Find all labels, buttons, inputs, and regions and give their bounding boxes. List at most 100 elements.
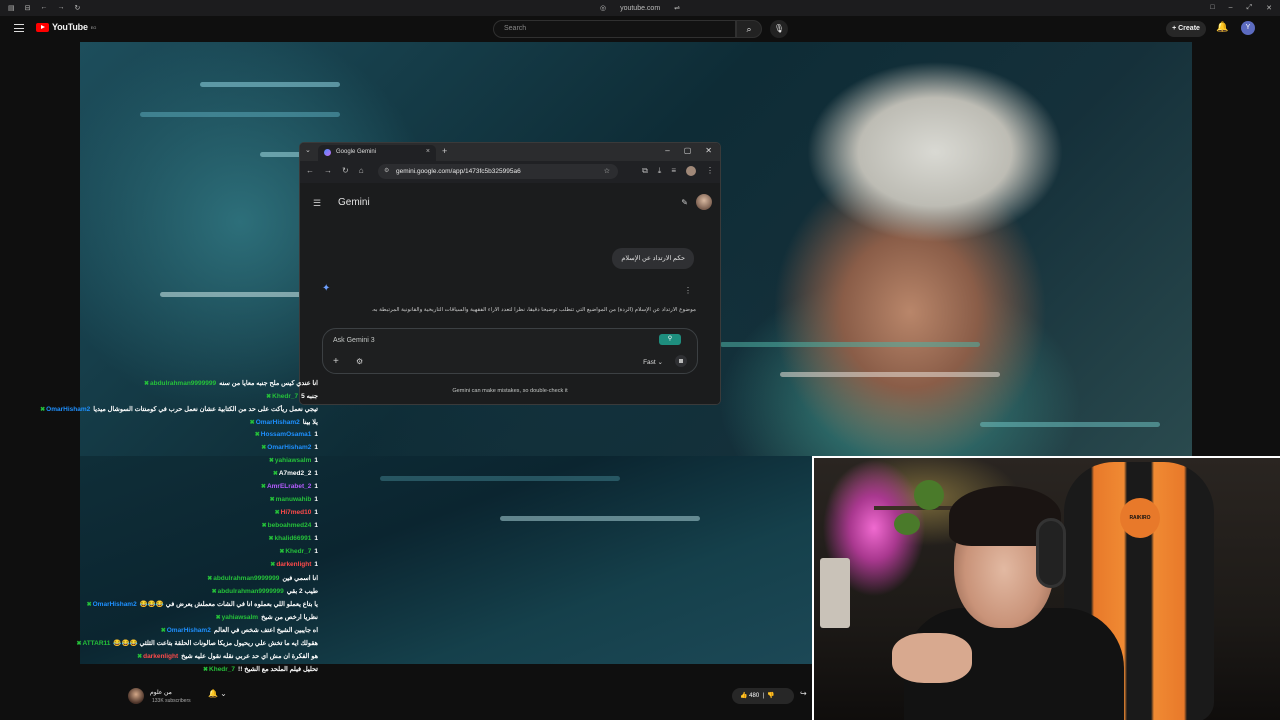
chat-username[interactable]: beboahmed24 — [268, 522, 312, 529]
logo-region: EG — [90, 24, 97, 30]
chat-username[interactable]: OmarHisham2 — [93, 601, 137, 608]
chat-username[interactable]: AmrELrabet_2 — [267, 483, 311, 490]
chat-username[interactable]: OmarHisham2 — [267, 444, 311, 451]
mode-selector[interactable]: Fast ⌄ — [643, 358, 663, 366]
chat-username[interactable]: OmarHisham2 — [167, 627, 211, 634]
scrollbar[interactable] — [1272, 42, 1280, 456]
prompt-input[interactable]: Ask Gemini 3 ⚲ + ⚙ Fast ⌄ — [322, 328, 698, 374]
reload-icon[interactable]: ↻ — [342, 166, 349, 175]
chat-username[interactable]: A7med2_2 — [279, 470, 312, 477]
chat-badge-icon: ✖ — [270, 562, 276, 568]
chat-text: انا عندي كيس ملح جنبه معايا من سنه — [219, 380, 318, 387]
maximize-icon[interactable]: ⤢ — [1247, 4, 1253, 12]
chat-username[interactable]: yahiawsalm — [222, 614, 259, 621]
chat-username[interactable]: Khedr_7 — [209, 666, 235, 673]
like-button[interactable]: 👍 480 | 👎 — [732, 688, 794, 704]
channel-name[interactable]: من علوم — [150, 689, 172, 696]
gemini-account-avatar[interactable] — [696, 194, 712, 210]
window-close-icon[interactable]: ✕ — [705, 146, 712, 155]
menu-icon[interactable] — [14, 24, 24, 32]
chat-message: ✖AmrELrabet_2 1 — [261, 483, 318, 490]
chat-username[interactable]: abdulrahman9999999 — [213, 575, 279, 582]
subscribe-bell-icon[interactable]: 🔔 ⌄ — [208, 689, 227, 698]
profile-avatar[interactable] — [686, 166, 696, 176]
new-chat-icon[interactable]: ✎ — [681, 198, 688, 207]
new-tab-icon[interactable]: + — [442, 146, 447, 156]
prompt-placeholder[interactable]: Ask Gemini 3 — [333, 337, 375, 344]
notifications-icon[interactable]: 🔔 — [1216, 22, 1228, 33]
chat-badge-icon: ✖ — [254, 432, 260, 438]
chat-username[interactable]: OmarHisham2 — [256, 419, 300, 426]
chat-badge-icon: ✖ — [143, 381, 149, 387]
extension-badge-icon[interactable]: ⚲ — [659, 334, 681, 345]
chrome-menu-icon[interactable]: ⋮ — [706, 166, 714, 176]
chat-text: 1 — [314, 470, 318, 477]
home-icon[interactable]: ⌂ — [359, 166, 364, 175]
avatar[interactable]: Y — [1241, 21, 1255, 35]
chat-username[interactable]: khalid66991 — [275, 535, 312, 542]
chat-username[interactable]: Hi7med10 — [281, 509, 312, 516]
forward-icon[interactable]: → — [324, 166, 332, 175]
paint-streak — [200, 82, 340, 87]
back-icon[interactable]: ← — [41, 4, 48, 12]
chat-badge-icon: ✖ — [215, 615, 221, 621]
download-icon[interactable]: ⤓ — [658, 166, 662, 176]
window-maximize-icon[interactable]: ▢ — [684, 146, 692, 155]
settings-icon[interactable]: ⇌ — [674, 4, 680, 12]
chat-message: ✖darkenlight 1 — [270, 561, 318, 568]
microphone-icon[interactable]: 🎙 — [770, 20, 788, 38]
chat-username[interactable]: HossamOsama1 — [261, 431, 312, 438]
search-icon[interactable]: ⌕ — [736, 20, 762, 38]
omnibox-url[interactable]: gemini.google.com/app/1473fc5b325995a6 — [396, 168, 521, 175]
tab-overview-icon[interactable]: ⊟ — [25, 4, 31, 12]
share-icon[interactable]: ↪ — [800, 689, 807, 698]
back-icon[interactable]: ← — [306, 166, 314, 175]
chat-username[interactable]: darkenlight — [276, 561, 311, 568]
chat-text: !! تحليل فيلم الملحد مع الشيخ — [238, 666, 318, 673]
sidebar-toggle-icon[interactable]: ▤ — [8, 4, 15, 12]
chat-username[interactable]: ATTAR11 — [82, 640, 110, 647]
chat-username[interactable]: yahiawsalm — [275, 457, 312, 464]
chat-message: ✖OmarHisham2 😂😂😂 يا بتاع يعملو اللي بعملو… — [87, 600, 318, 608]
forward-icon[interactable]: → — [58, 4, 65, 12]
chat-username[interactable]: manuwahib — [276, 496, 312, 503]
chat-username[interactable]: Khedr_7 — [285, 548, 311, 555]
chat-message: ✖khalid66991 1 — [268, 535, 318, 542]
address-bar[interactable]: ◎ youtube.com ⇌ — [600, 4, 680, 13]
reload-icon[interactable]: ↻ — [75, 4, 81, 12]
youtube-logo[interactable]: YouTube EG — [36, 22, 96, 32]
extensions-icon[interactable]: ⧉ — [642, 166, 648, 176]
window-minimize-icon[interactable]: – — [665, 146, 669, 155]
chat-text: 1 — [314, 483, 318, 490]
media-icon[interactable]: ≡ — [671, 166, 676, 176]
site-info-icon[interactable]: ⚙ — [384, 167, 389, 174]
stop-generation-button[interactable] — [675, 355, 687, 367]
address-url[interactable]: youtube.com — [620, 5, 660, 12]
tools-icon[interactable]: ⚙ — [356, 357, 363, 366]
minimize-icon[interactable]: – — [1229, 4, 1233, 12]
chat-username[interactable]: OmarHisham2 — [46, 406, 90, 413]
tab-gemini[interactable]: Google Gemini × — [318, 145, 436, 161]
chat-username[interactable]: darkenlight — [143, 653, 178, 660]
reader-icon[interactable]: ◎ — [600, 4, 606, 12]
bookmark-star-icon[interactable]: ☆ — [604, 167, 610, 175]
chat-username[interactable]: Khedr_7 — [272, 393, 298, 400]
chat-message: ✖yahiawsalm 1 — [269, 457, 318, 464]
share-icon[interactable]: □ — [1210, 4, 1214, 12]
search-input[interactable]: Search — [493, 20, 736, 38]
chat-username[interactable]: abdulrahman9999999 — [150, 380, 216, 387]
create-button[interactable]: + Create — [1166, 21, 1206, 37]
gemini-menu-icon[interactable]: ☰ — [313, 198, 321, 209]
close-icon[interactable]: ✕ — [1266, 4, 1272, 12]
response-options-icon[interactable]: ⋮ — [684, 286, 692, 295]
omnibox[interactable]: ⚙ gemini.google.com/app/1473fc5b325995a6… — [378, 164, 618, 179]
chat-text: تيجي نعمل ريأكت على حد من الكتابية عشان … — [93, 406, 318, 413]
chat-badge-icon: ✖ — [86, 602, 92, 608]
tab-close-icon[interactable]: × — [426, 148, 430, 155]
subscriber-count: 133K subscribers — [152, 698, 191, 704]
channel-avatar[interactable] — [128, 688, 144, 704]
chat-text: 1 — [314, 509, 318, 516]
chat-username[interactable]: abdulrahman9999999 — [218, 588, 284, 595]
tab-search-icon[interactable]: ⌄ — [305, 146, 311, 154]
add-attachment-icon[interactable]: + — [333, 356, 339, 367]
